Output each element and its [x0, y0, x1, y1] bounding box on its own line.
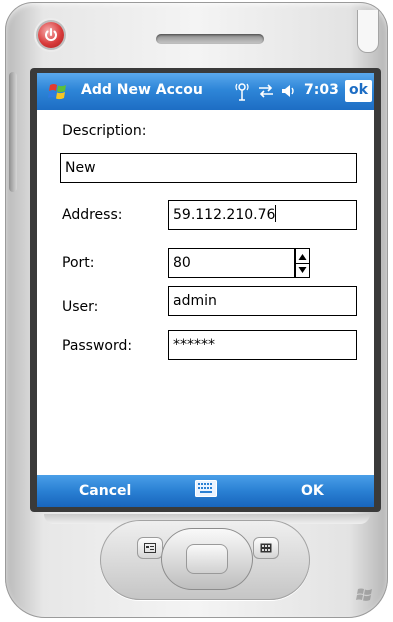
title-bar: Add New Accou 7:03 ok — [37, 73, 374, 110]
user-label: User: — [62, 299, 99, 315]
calendar-icon — [144, 543, 156, 553]
address-label: Address: — [62, 207, 123, 223]
port-value: 80 — [173, 255, 191, 271]
sync-arrows-icon[interactable] — [257, 82, 275, 100]
password-field[interactable]: ****** — [168, 330, 357, 360]
calendar-hardware-button[interactable] — [137, 537, 163, 559]
power-icon — [45, 28, 57, 41]
windows-flag-icon[interactable] — [47, 81, 69, 103]
side-grip — [9, 72, 17, 192]
speaker-icon[interactable] — [280, 82, 298, 100]
dpad-center-button[interactable] — [186, 544, 228, 574]
keyboard-icon[interactable] — [195, 480, 217, 497]
port-label: Port: — [62, 255, 95, 271]
contacts-hardware-button[interactable] — [253, 537, 279, 559]
description-label: Description: — [62, 123, 147, 139]
triangle-up-icon — [298, 254, 307, 260]
user-field[interactable]: admin — [168, 286, 357, 316]
clock-time[interactable]: 7:03 — [304, 82, 339, 98]
description-value: New — [65, 160, 96, 176]
earpiece-speaker — [156, 34, 264, 44]
windows-logo-icon — [356, 588, 372, 601]
spinner-up-button[interactable] — [296, 249, 309, 264]
password-label: Password: — [62, 338, 133, 354]
soft-menu-bar: Cancel OK — [37, 475, 374, 507]
spinner-down-button[interactable] — [296, 263, 309, 277]
cancel-softkey[interactable]: Cancel — [79, 483, 131, 499]
screen: Add New Accou 7:03 ok Description: New A… — [37, 73, 374, 507]
stylus-slot — [357, 10, 379, 53]
address-field[interactable]: 59.112.210.76 — [168, 200, 357, 230]
ok-softkey[interactable]: OK — [301, 483, 324, 499]
port-field[interactable]: 80 — [168, 248, 295, 278]
address-value: 59.112.210.76 — [173, 207, 276, 223]
text-caret — [275, 205, 277, 222]
triangle-down-icon — [298, 267, 307, 273]
description-field[interactable]: New — [60, 153, 357, 183]
password-value: ****** — [173, 337, 215, 353]
window-title: Add New Accou — [81, 82, 203, 98]
contacts-icon — [260, 543, 272, 553]
port-spinner[interactable] — [295, 248, 310, 278]
ok-title-button[interactable]: ok — [345, 80, 372, 102]
antenna-icon[interactable] — [235, 82, 249, 102]
user-value: admin — [173, 293, 217, 309]
power-button[interactable] — [38, 22, 64, 48]
